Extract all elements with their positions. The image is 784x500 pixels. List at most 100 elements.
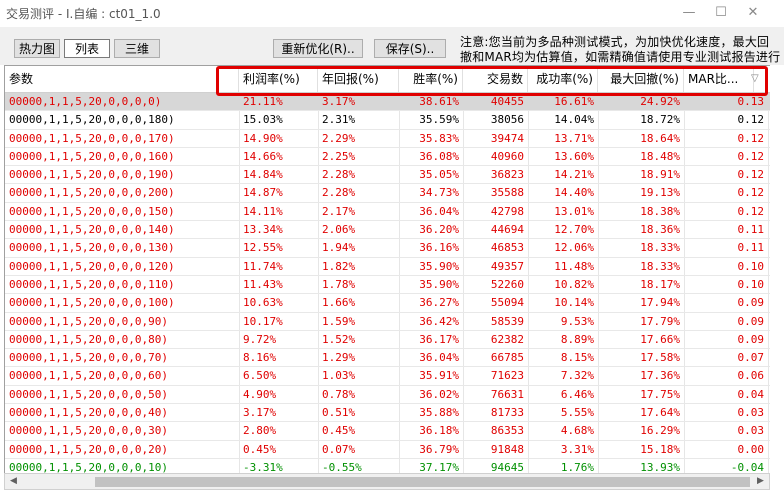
cell-drawdown: 18.33% — [640, 259, 680, 273]
cell-trades: 71623 — [490, 369, 524, 383]
cell-mar: 0.12 — [737, 131, 765, 145]
cell-drawdown: 17.79% — [640, 314, 680, 328]
table-row[interactable]: 00000,1,1,5,20,0,0,0,200) 14.87% 2.28% 34.7… — [5, 184, 771, 203]
cell-winrate: 35.90% — [419, 259, 459, 273]
cell-drawdown: 17.36% — [640, 369, 680, 383]
table-row[interactable]: 00000,1,1,5,20,0,0,0,60) 6.50% 1.03% 35.91%… — [5, 367, 771, 386]
cell-drawdown: 17.66% — [640, 332, 680, 346]
cell-winrate: 36.16% — [419, 241, 459, 255]
table-row[interactable]: 00000,1,1,5,20,0,0,0,20) 0.45% 0.07% 36.79%… — [5, 441, 771, 459]
sort-desc-icon[interactable]: ▽ — [747, 66, 769, 92]
table-row[interactable]: 00000,1,1,5,20,0,0,0,50) 4.90% 0.78% 36.02%… — [5, 386, 771, 405]
table-row[interactable]: 00000,1,1,5,20,0,0,0,170) 14.90% 2.29% 35.8… — [5, 130, 771, 148]
cell-winrate: 36.42% — [419, 314, 459, 328]
close-icon[interactable]: ✕ — [744, 4, 762, 22]
cell-annual: 1.03% — [322, 369, 356, 383]
header-success[interactable]: 成功率(%) — [528, 66, 598, 92]
cell-params: 00000,1,1,5,20,0,0,0,80) — [9, 332, 168, 346]
header-profit[interactable]: 利润率(%) — [239, 66, 318, 92]
cell-success: 13.60% — [554, 149, 594, 163]
cell-mar: 0.12 — [737, 186, 765, 200]
cell-trades: 40960 — [490, 149, 524, 163]
table-row[interactable]: 00000,1,1,5,20,0,0,0,180) 15.03% 2.31% 35.5… — [5, 111, 771, 130]
table-row[interactable]: 00000,1,1,5,20,0,0,0,90) 10.17% 1.59% 36.42… — [5, 313, 771, 331]
cell-trades: 49357 — [490, 259, 524, 273]
cell-params: 00000,1,1,5,20,0,0,0,160) — [9, 149, 175, 163]
cell-profit: 11.43% — [243, 277, 283, 291]
cell-drawdown: 18.36% — [640, 223, 680, 237]
cell-profit: 15.03% — [243, 113, 283, 127]
table-row[interactable]: 00000,1,1,5,20,0,0,0,40) 3.17% 0.51% 35.88%… — [5, 404, 771, 423]
cell-profit: 6.50% — [243, 369, 277, 383]
cell-success: 8.15% — [560, 351, 594, 365]
table-row[interactable]: 00000,1,1,5,20,0,0,0,70) 8.16% 1.29% 36.04%… — [5, 349, 771, 368]
cell-trades: 86353 — [490, 424, 524, 438]
cell-trades: 35588 — [490, 186, 524, 200]
cell-params: 00000,1,1,5,20,0,0,0,190) — [9, 168, 175, 182]
cell-annual: 0.07% — [322, 442, 356, 456]
cell-profit: 14.11% — [243, 204, 283, 218]
cell-trades: 66785 — [490, 351, 524, 365]
table-header: 参数 利润率(%) 年回报(%) 胜率(%) 交易数 成功率(%) 最大回撤(%… — [5, 66, 771, 93]
cell-success: 13.71% — [554, 131, 594, 145]
header-trades[interactable]: 交易数 — [463, 66, 528, 92]
scrollbar-thumb[interactable] — [95, 477, 750, 487]
cell-winrate: 35.83% — [419, 131, 459, 145]
table-row[interactable]: 00000,1,1,5,20,0,0,0,190) 14.84% 2.28% 35.0… — [5, 166, 771, 185]
cell-trades: 39474 — [490, 131, 524, 145]
cell-mar: 0.09 — [737, 296, 765, 310]
results-grid: 参数 利润率(%) 年回报(%) 胜率(%) 交易数 成功率(%) 最大回撤(%… — [4, 65, 772, 475]
cell-winrate: 35.88% — [419, 406, 459, 420]
cell-annual: 1.82% — [322, 259, 356, 273]
table-row[interactable]: 00000,1,1,5,20,0,0,0,140) 13.34% 2.06% 36.2… — [5, 221, 771, 240]
cell-mar: 0.10 — [737, 277, 765, 291]
table-row[interactable]: 00000,1,1,5,20,0,0,0,30) 2.80% 0.45% 36.18%… — [5, 422, 771, 441]
table-row[interactable]: 00000,1,1,5,20,0,0,0,130) 12.55% 1.94% 36.1… — [5, 239, 771, 258]
cell-annual: 2.29% — [322, 131, 356, 145]
maximize-icon[interactable]: ☐ — [712, 4, 730, 22]
cell-winrate: 35.91% — [419, 369, 459, 383]
table-row[interactable]: 00000,1,1,5,20,0,0,0,100) 10.63% 1.66% 36.2… — [5, 294, 771, 313]
cell-success: 14.40% — [554, 186, 594, 200]
scroll-right-icon[interactable]: ▶ — [752, 474, 769, 489]
cell-winrate: 35.90% — [419, 277, 459, 291]
table-row[interactable]: 00000,1,1,5,20,0,0,0,120) 11.74% 1.82% 35.9… — [5, 258, 771, 276]
cell-annual: 3.17% — [322, 95, 356, 108]
reoptimize-button[interactable]: 重新优化(R).. — [273, 39, 363, 58]
scroll-left-icon[interactable]: ◀ — [5, 474, 22, 489]
cell-params: 00000,1,1,5,20,0,0,0,120) — [9, 259, 175, 273]
header-mar[interactable]: MAR比... — [684, 66, 754, 92]
save-button[interactable]: 保存(S).. — [374, 39, 446, 58]
table-row[interactable]: 00000,1,1,5,20,0,0,0,80) 9.72% 1.52% 36.17%… — [5, 331, 771, 350]
cell-success: 14.21% — [554, 168, 594, 182]
horizontal-scrollbar[interactable]: ◀ ▶ — [4, 473, 770, 490]
cell-trades: 76631 — [490, 387, 524, 401]
cell-profit: 14.90% — [243, 131, 283, 145]
table-row[interactable]: 00000,1,1,5,20,0,0,0,0) 21.11% 3.17% 38.61%… — [5, 93, 771, 112]
cell-mar: 0.00 — [737, 442, 765, 456]
header-params[interactable]: 参数 — [5, 66, 239, 92]
cell-winrate: 38.61% — [419, 95, 459, 108]
cell-params: 00000,1,1,5,20,0,0,0,100) — [9, 296, 175, 310]
minimize-icon[interactable]: — — [680, 4, 698, 22]
tab-heatmap[interactable]: 热力图 — [14, 39, 60, 58]
cell-params: 00000,1,1,5,20,0,0,0,90) — [9, 314, 168, 328]
cell-annual: 2.25% — [322, 149, 356, 163]
cell-trades: 36823 — [490, 168, 524, 182]
tab-3d[interactable]: 三维 — [114, 39, 160, 58]
cell-trades: 40455 — [490, 95, 524, 108]
header-drawdown[interactable]: 最大回撤(%) — [598, 66, 684, 92]
header-annual[interactable]: 年回报(%) — [318, 66, 399, 92]
cell-profit: 10.63% — [243, 296, 283, 310]
table-row[interactable]: 00000,1,1,5,20,0,0,0,160) 14.66% 2.25% 36.0… — [5, 148, 771, 167]
cell-success: 8.89% — [560, 332, 594, 346]
cell-annual: 2.31% — [322, 113, 356, 127]
table-body: 00000,1,1,5,20,0,0,0,0) 21.11% 3.17% 38.61%… — [5, 93, 771, 474]
table-row[interactable]: 00000,1,1,5,20,0,0,0,110) 11.43% 1.78% 35.9… — [5, 276, 771, 295]
cell-mar: 0.11 — [737, 241, 765, 255]
table-row[interactable]: 00000,1,1,5,20,0,0,0,150) 14.11% 2.17% 36.0… — [5, 203, 771, 222]
header-winrate[interactable]: 胜率(%) — [399, 66, 463, 92]
cell-winrate: 36.27% — [419, 296, 459, 310]
cell-drawdown: 24.92% — [640, 95, 680, 108]
tab-list[interactable]: 列表 — [64, 39, 110, 58]
